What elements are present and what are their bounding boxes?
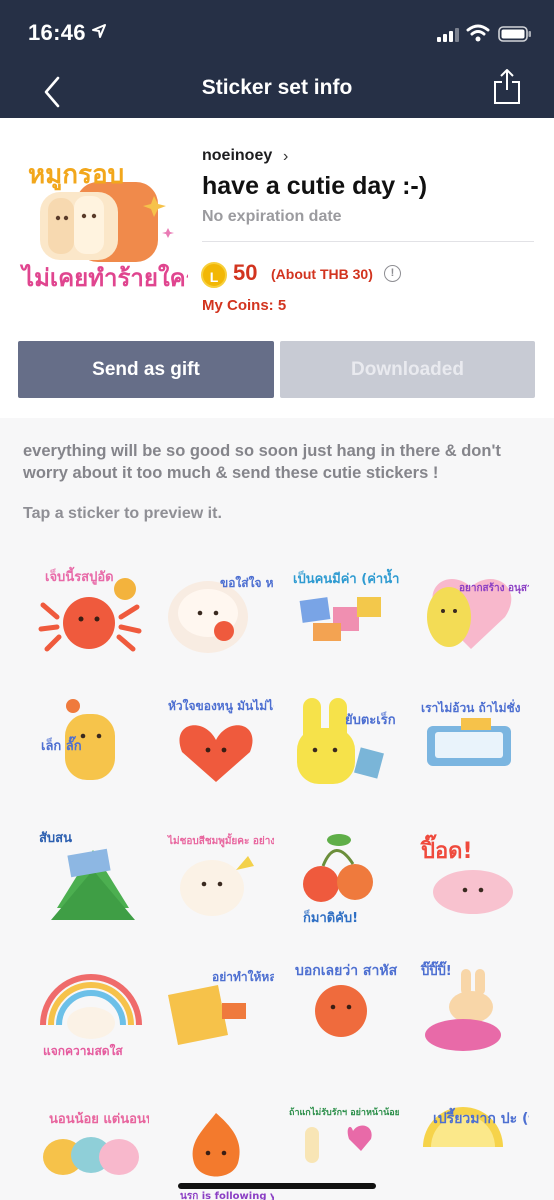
sticker-set-info-panel: หมูกรอบ ไม่เคยทำร้ายใคร noeinoey › have … <box>0 118 554 418</box>
expiry-text: No expiration date <box>202 208 342 225</box>
svg-text:ไม่ชอบสีชมพูมั้ยคะ อย่างเช่น ห: ไม่ชอบสีชมพูมั้ยคะ อย่างเช่น หนู <box>167 833 274 848</box>
sticker-item[interactable]: เจ็บนี้รสปูอัด <box>33 557 149 675</box>
sticker-item[interactable]: เล็ก ลั๊ก <box>33 690 149 808</box>
chevron-right-icon[interactable]: › <box>283 148 288 166</box>
svg-text:นอนน้อย แต่นอนนะ: นอนน้อย แต่นอนนะ <box>49 1111 149 1127</box>
sticker-item[interactable]: เราไม่อ้วน ถ้าไม่ชั่ง <box>413 690 529 808</box>
sticker-item[interactable]: หัวใจของหนู มันไม่ได้เป็น ของหนูอีกต่อไป <box>158 690 274 808</box>
location-arrow-icon <box>92 24 106 38</box>
svg-text:เราไม่อ้วน ถ้าไม่ชั่ง: เราไม่อ้วน ถ้าไม่ชั่ง <box>421 699 521 715</box>
author-link[interactable]: noeinoey <box>202 147 272 165</box>
cover-text-bottom: ไม่เคยทำร้ายใคร <box>19 263 188 292</box>
sticker-item[interactable]: นอนน้อย แต่นอนนะ <box>33 1087 149 1200</box>
coin-icon: L <box>201 262 227 288</box>
status-time: 16:46 <box>28 20 86 45</box>
sticker-set-description: everything will be so good so soon just … <box>23 442 501 482</box>
svg-text:สับสน: สับสน <box>39 831 72 846</box>
sticker-item[interactable]: ปิ๊ปิ๊ปิ๊! <box>413 955 529 1073</box>
top-bar: 16:46 Sticker set info <box>0 0 554 118</box>
sticker-item[interactable]: ยับตะเร็ก <box>283 690 399 808</box>
downloaded-button: Downloaded <box>280 341 535 398</box>
sticker-grid: เจ็บนี้รสปูอัด ขอใส่ใจ หน่อย เป็นคนมีค่า… <box>0 545 554 1200</box>
sticker-item[interactable]: เป็นคนมีค่า (ค่าน้ำ ค่าไฟ) <box>283 557 399 675</box>
nav-bar: Sticker set info <box>0 66 554 118</box>
svg-text:อย่าทำให้หลง ด้วยการ สังโลกซึม: อย่าทำให้หลง ด้วยการ สังโลกซึมนาน <box>212 969 274 984</box>
price-about: (About THB 30) <box>271 266 373 282</box>
divider <box>202 241 534 242</box>
info-icon[interactable]: ! <box>384 265 401 282</box>
svg-text:ยับตะเร็ก: ยับตะเร็ก <box>345 710 396 728</box>
send-as-gift-button[interactable]: Send as gift <box>18 341 274 398</box>
sticker-set-title: have a cutie day :-) <box>202 172 428 200</box>
svg-text:ขอใส่ใจ หน่อย: ขอใส่ใจ หน่อย <box>220 575 274 590</box>
svg-text:แจกความสดใส: แจกความสดใส <box>43 1043 123 1058</box>
svg-text:เจ็บนี้รสปูอัด: เจ็บนี้รสปูอัด <box>45 566 114 585</box>
sticker-item[interactable]: สับสน <box>33 822 149 940</box>
cover-text-top: หมูกรอบ <box>28 160 124 191</box>
price-value: 50 <box>233 260 258 285</box>
svg-text:เปรี้ยวมาก ปะ (ทาโรลออนมั้ย): เปรี้ยวมาก ปะ (ทาโรลออนมั้ย) <box>433 1107 529 1127</box>
share-icon[interactable] <box>492 68 522 106</box>
sticker-item[interactable]: แจกความสดใส <box>33 955 149 1073</box>
cellular-signal-icon <box>437 28 459 42</box>
svg-text:ก็มาดิคับ!: ก็มาดิคับ! <box>303 908 358 926</box>
sticker-item[interactable]: ขอใส่ใจ หน่อย <box>158 557 274 675</box>
svg-text:ปิ๊อด!: ปิ๊อด! <box>420 834 473 864</box>
svg-text:ปิ๊ปิ๊ปิ๊!: ปิ๊ปิ๊ปิ๊! <box>420 961 452 979</box>
svg-text:ถ้าแกไม่รับรักฯ อย่าหน้าน้อย ช: ถ้าแกไม่รับรักฯ อย่าหน้าน้อย ช่วยไม่รับล… <box>289 1106 399 1118</box>
svg-text:นรก is following you: นรก is following you <box>180 1191 274 1200</box>
preview-hint: Tap a sticker to preview it. <box>23 505 222 522</box>
svg-text:หัวใจของหนู มันไม่ได้เป็น ของห: หัวใจของหนู มันไม่ได้เป็น ของหนูอีกต่อไป <box>168 698 274 714</box>
my-coins: My Coins: 5 <box>202 297 287 314</box>
sticker-item[interactable]: อย่าทำให้หลง ด้วยการ สังโลกซึมนาน <box>158 955 274 1073</box>
svg-text:อยากสร้าง อนุสาวรีย์ ค่าตั้งเธ: อยากสร้าง อนุสาวรีย์ ค่าตั้งเธอ <box>459 580 529 594</box>
sticker-item[interactable]: ก็มาดิคับ! <box>283 822 399 940</box>
sticker-set-cover-image: หมูกรอบ ไม่เคยทำร้ายใคร <box>19 160 188 292</box>
svg-text:เป็นคนมีค่า (ค่าน้ำ ค่าไฟ): เป็นคนมีค่า (ค่าน้ำ ค่าไฟ) <box>293 568 399 587</box>
home-indicator[interactable] <box>178 1183 376 1189</box>
svg-text:บอกเลยว่า สาหัส: บอกเลยว่า สาหัส <box>295 963 398 979</box>
sticker-item[interactable]: เปรี้ยวมาก ปะ (ทาโรลออนมั้ย) <box>413 1087 529 1200</box>
svg-text:เล็ก ลั๊ก: เล็ก ลั๊ก <box>41 736 82 754</box>
wifi-icon <box>466 24 490 42</box>
sticker-item[interactable]: อยากสร้าง อนุสาวรีย์ ค่าตั้งเธอ <box>413 557 529 675</box>
status-bar: 16:46 <box>0 0 554 66</box>
sticker-item[interactable]: ไม่ชอบสีชมพูมั้ยคะ อย่างเช่น หนู <box>158 822 274 940</box>
page-title: Sticker set info <box>201 76 353 99</box>
battery-icon <box>498 26 531 42</box>
sticker-item[interactable]: บอกเลยว่า สาหัส <box>283 955 399 1073</box>
sticker-item[interactable]: ปิ๊อด! <box>413 822 529 940</box>
